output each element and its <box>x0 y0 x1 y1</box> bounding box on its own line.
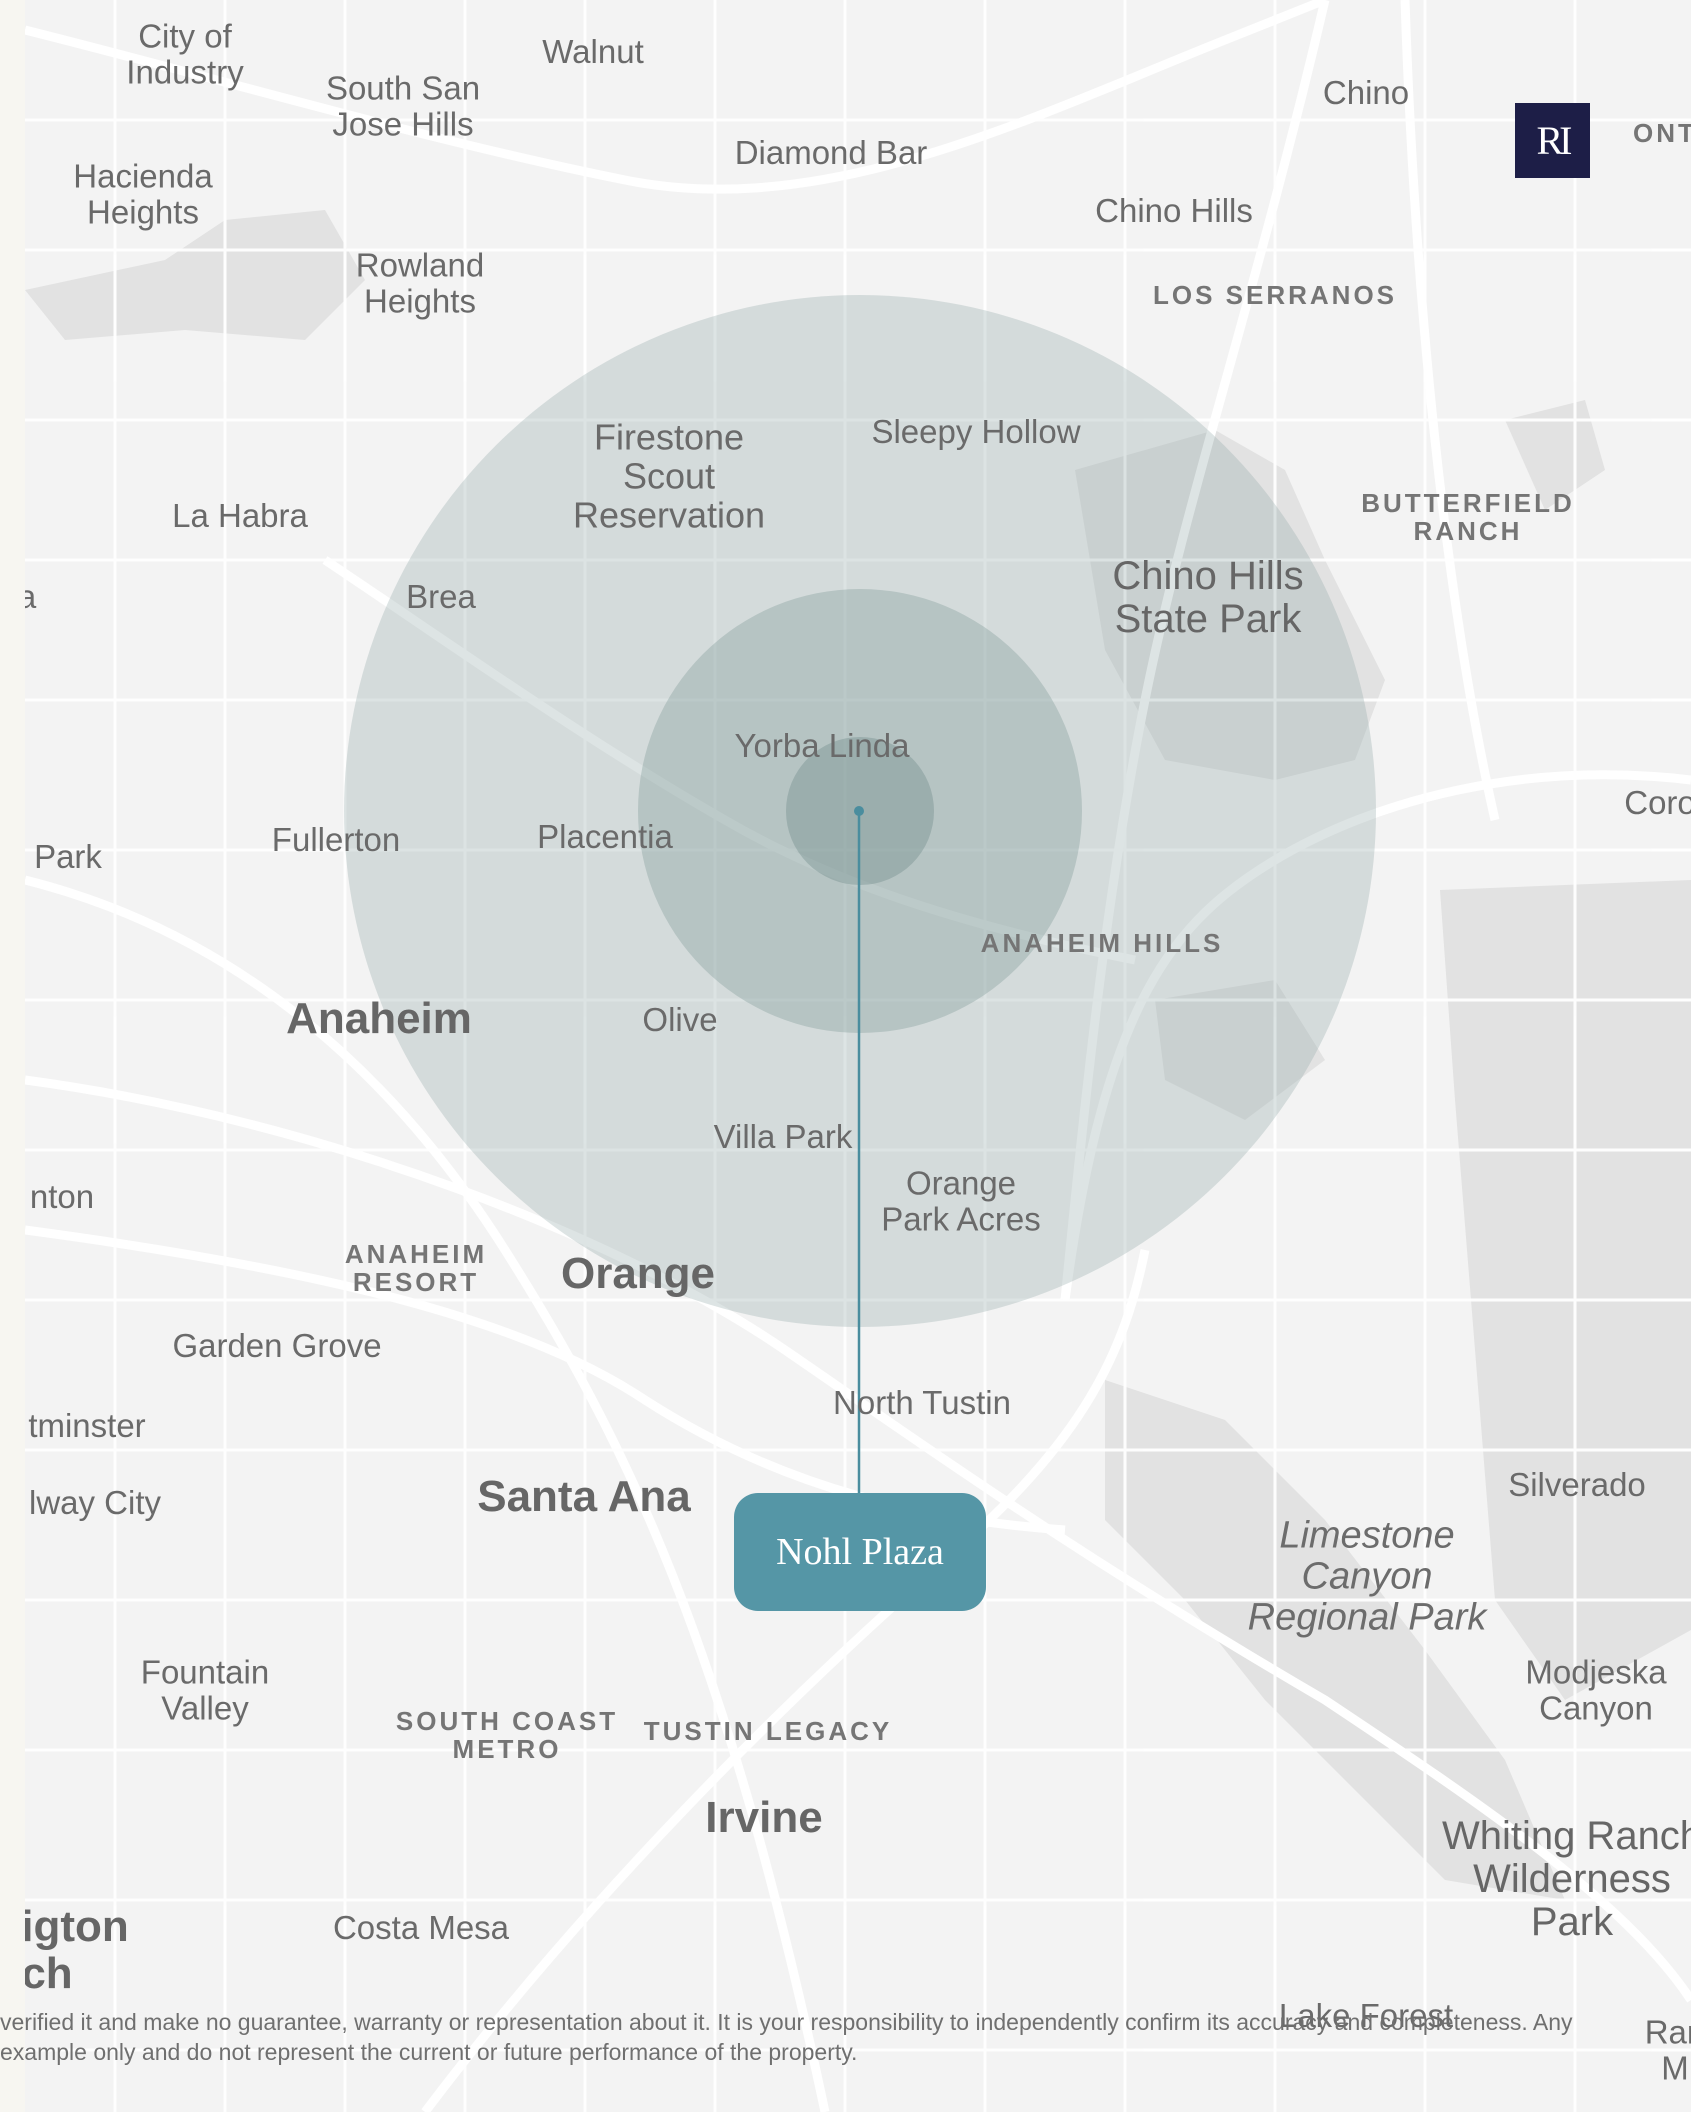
place-label: a <box>25 578 37 616</box>
place-label: Limestone Canyon Regional Park <box>1247 1514 1487 1639</box>
place-label: Brea <box>406 578 476 616</box>
place-label: Garden Grove <box>172 1327 382 1365</box>
disclaimer-line-2: example only and do not represent the cu… <box>0 2039 858 2065</box>
place-label: ONT <box>1633 117 1691 148</box>
place-label: BUTTERFIELD RANCH <box>1361 487 1575 546</box>
place-label: Chino Hills State Park <box>1112 553 1304 641</box>
place-label: South San Jose Hills <box>325 69 481 142</box>
place-label: Whiting Ranch Wilderness Park <box>1441 1814 1691 1945</box>
place-label: ch <box>25 1949 73 1999</box>
place-label: Irvine <box>705 1793 823 1843</box>
brand-logo: RI <box>1515 103 1590 178</box>
place-label: Placentia <box>537 818 673 856</box>
place-label: Costa Mesa <box>332 1909 510 1947</box>
place-label: Sleepy Hollow <box>871 413 1081 451</box>
place-label: tminster <box>28 1407 146 1445</box>
disclaimer-line-1: verified it and make no guarantee, warra… <box>0 2009 1573 2035</box>
place-label: Rowland Heights <box>355 246 485 319</box>
place-label: Fountain Valley <box>140 1653 270 1726</box>
radius-rings <box>344 295 1376 1493</box>
place-label: Villa Park <box>713 1118 853 1156</box>
place-label: Walnut <box>542 33 644 71</box>
location-callout[interactable]: Nohl Plaza <box>734 1493 986 1611</box>
location-pin <box>854 806 864 816</box>
place-label: Orange <box>560 1249 716 1299</box>
place-label: igton <box>25 1902 129 1952</box>
place-label: nton <box>29 1178 95 1216</box>
place-label: Anaheim <box>286 994 472 1044</box>
map[interactable]: City of Industry Walnut South San Jose H… <box>25 0 1691 2112</box>
place-label: City of Industry <box>126 17 244 90</box>
place-label: Chino <box>1322 74 1410 112</box>
place-label: Diamond Bar <box>734 134 928 172</box>
place-label: Yorba Linda <box>734 727 910 765</box>
place-label: Modjeska Canyon <box>1525 1653 1667 1726</box>
place-label: North Tustin <box>833 1384 1011 1422</box>
place-label: Silverado <box>1508 1466 1646 1504</box>
place-label: SOUTH COAST METRO <box>395 1705 619 1764</box>
place-label: Santa Ana <box>477 1472 691 1522</box>
place-label: Chino Hills <box>1095 192 1253 230</box>
place-label: ANAHEIM RESORT <box>344 1238 488 1297</box>
place-label: Fullerton <box>271 821 401 859</box>
place-label: Orange Park Acres <box>881 1164 1041 1237</box>
place-label: ANAHEIM HILLS <box>980 927 1224 958</box>
place-label: Olive <box>642 1001 718 1039</box>
place-label: Park <box>34 838 102 876</box>
place-label: La Habra <box>172 497 308 535</box>
place-label: Coro <box>1624 784 1691 822</box>
place-label: LOS SERRANOS <box>1152 279 1398 310</box>
place-label: TUSTIN LEGACY <box>643 1715 893 1746</box>
place-label: Hacienda Heights <box>73 157 213 230</box>
place-label: lway City <box>28 1484 162 1522</box>
place-label: Firestone Scout Reservation <box>572 416 766 536</box>
disclaimer: verified it and make no guarantee, warra… <box>0 2007 1691 2067</box>
